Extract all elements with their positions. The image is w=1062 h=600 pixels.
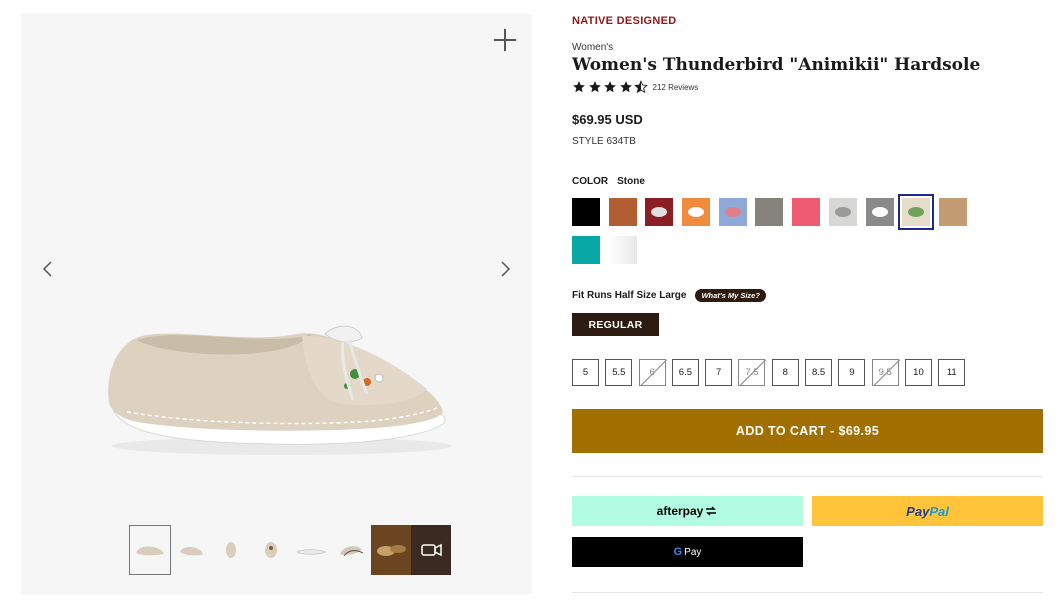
google-g-icon: G [673, 546, 683, 558]
afterpay-button[interactable]: afterpay [572, 496, 803, 526]
product-category: Women's [572, 42, 614, 53]
color-label: COLOR [572, 176, 609, 187]
add-to-cart-button[interactable]: ADD TO CART - $69.95 [572, 409, 1043, 453]
size-option[interactable]: 8 [771, 359, 799, 386]
size-option-unavailable[interactable]: 7.5 [738, 359, 766, 386]
thumbnail-video[interactable] [411, 525, 451, 575]
size-option-unavailable[interactable]: 9.5 [871, 359, 899, 386]
swatch-blue-beaded[interactable] [718, 198, 747, 226]
video-camera-icon [414, 540, 448, 560]
google-pay-button[interactable]: G Pay [572, 537, 803, 567]
divider [572, 476, 1043, 477]
chevron-right-icon [501, 261, 511, 277]
star-full-icon [588, 81, 601, 93]
thumbnail-2[interactable] [171, 525, 211, 575]
size-option[interactable]: 10 [904, 359, 932, 386]
swatch-black[interactable] [572, 198, 600, 226]
style-number: STYLE 634TB [572, 136, 636, 147]
star-full-icon [573, 81, 585, 93]
main-product-image [108, 325, 452, 455]
moccasin-front-thumbnail [226, 542, 236, 558]
divider [572, 592, 1043, 593]
fit-note: Fit Runs Half Size Large [572, 290, 687, 301]
color-selector-label: COLOR Stone [572, 176, 645, 187]
product-gallery [21, 14, 532, 594]
thumbnail-strip [129, 525, 451, 575]
fit-info: Fit Runs Half Size Large What's My Size? [572, 289, 766, 302]
moccasin-side-thumbnail [136, 546, 164, 556]
paypal-logo-pal: Pal [929, 503, 949, 519]
swatch-maroon-beaded[interactable] [645, 198, 674, 226]
paypal-logo-pay: Pay [906, 503, 930, 519]
afterpay-arrows-icon [706, 506, 717, 516]
swatch-grey-beaded[interactable] [865, 198, 894, 226]
swatch-teal[interactable] [572, 236, 600, 264]
star-half-icon [634, 80, 648, 94]
product-title: Women's Thunderbird "Animikii" Hardsole [572, 55, 981, 75]
thumbnail-7[interactable] [371, 525, 411, 575]
moccasin-top-thumbnail [265, 542, 277, 558]
lifestyle-photo-thumbnail [374, 540, 408, 560]
swatch-orange-beaded[interactable] [682, 198, 711, 226]
size-option[interactable]: 9 [838, 359, 866, 386]
swatch-grey[interactable] [755, 198, 784, 226]
previous-image-button[interactable] [38, 259, 58, 279]
size-option[interactable]: 5.5 [605, 359, 633, 386]
size-option[interactable]: 11 [938, 359, 966, 386]
next-image-button[interactable] [495, 259, 515, 279]
paypal-button[interactable]: Pay Pal [812, 496, 1043, 526]
product-price: $69.95 USD [572, 112, 643, 127]
swatch-white-beaded[interactable] [828, 198, 857, 226]
rating-summary: 212 Reviews [572, 80, 698, 94]
zoom-plus-icon[interactable] [493, 28, 517, 52]
moccasin-pair-thumbnail [340, 546, 364, 557]
google-pay-label: Pay [684, 546, 702, 558]
star-full-icon [604, 81, 616, 93]
thumbnail-5[interactable] [291, 525, 331, 575]
thumbnail-3[interactable] [211, 525, 251, 575]
size-option[interactable]: 6.5 [671, 359, 699, 386]
size-option[interactable]: 7 [705, 359, 733, 386]
star-full-icon [619, 81, 632, 93]
swatch-pink[interactable] [792, 198, 821, 226]
size-option[interactable]: 5 [572, 359, 599, 386]
swatch-brown[interactable] [608, 198, 637, 226]
size-option[interactable]: 8.5 [805, 359, 833, 386]
moccasin-sole-thumbnail [296, 549, 327, 555]
afterpay-logo: afterpay [656, 504, 704, 518]
swatch-white[interactable] [608, 236, 637, 264]
whats-my-size-button[interactable]: What's My Size? [695, 289, 766, 302]
chevron-left-icon [42, 261, 52, 277]
native-designed-label: NATIVE DESIGNED [572, 15, 677, 27]
selected-color-name: Stone [617, 176, 645, 187]
size-options: 5 5.5 6 6.5 7 7.5 8 8.5 9 9.5 10 11 [572, 359, 972, 386]
swatch-tan[interactable] [938, 198, 967, 226]
color-swatches [572, 194, 1012, 274]
moccasin-angle-thumbnail [180, 547, 203, 556]
size-option-unavailable[interactable]: 6 [638, 359, 666, 386]
thumbnail-4[interactable] [251, 525, 291, 575]
width-regular-button[interactable]: REGULAR [572, 313, 659, 336]
swatch-stone[interactable] [898, 194, 935, 230]
reviews-link[interactable]: 212 Reviews [653, 83, 699, 92]
thumbnail-6[interactable] [331, 525, 371, 575]
thumbnail-1[interactable] [129, 525, 171, 575]
